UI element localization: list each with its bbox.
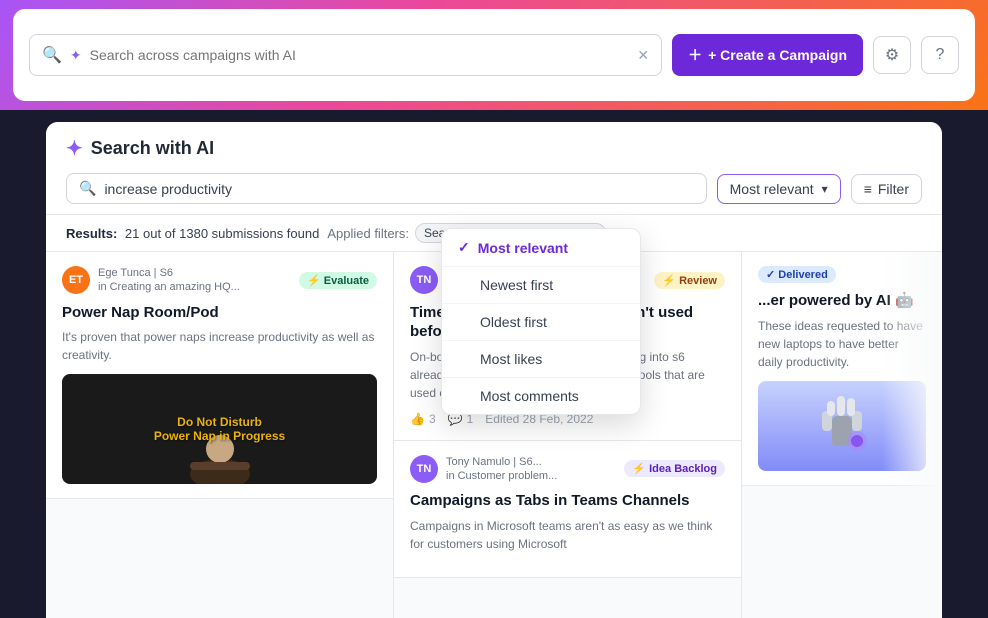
chevron-down-icon: ▾ bbox=[822, 182, 828, 196]
applied-filters-label: Applied filters: bbox=[327, 226, 409, 241]
toolbar-search-input[interactable] bbox=[90, 47, 630, 63]
card-description: It's proven that power naps increase pro… bbox=[62, 328, 377, 364]
results-count-value: 21 out of 1380 submissions found bbox=[125, 226, 319, 241]
filter-icon: ≡ bbox=[864, 181, 872, 197]
sort-selected-label: Most relevant bbox=[730, 181, 814, 197]
likes-count: 👍 3 bbox=[410, 412, 436, 426]
settings-button[interactable]: ⚙ bbox=[873, 36, 911, 74]
toolbar-wrapper: 🔍 ✦ ✕ ＋ + Create a Campaign ⚙ ? bbox=[0, 0, 988, 110]
sort-option-most-comments[interactable]: Most comments bbox=[442, 378, 640, 414]
status-badge: ✓ Delivered bbox=[758, 266, 836, 283]
card-column-3: ✓ Delivered ...er powered by AI 🤖 These … bbox=[742, 252, 942, 618]
sort-option-oldest-first[interactable]: Oldest first bbox=[442, 304, 640, 340]
thumbs-up-icon: 👍 bbox=[410, 412, 425, 426]
create-campaign-button[interactable]: ＋ + Create a Campaign bbox=[672, 34, 863, 76]
search-icon: 🔍 bbox=[42, 45, 62, 65]
app-search-row: 🔍 Most relevant ▾ ≡ Filter bbox=[66, 173, 922, 204]
clear-icon[interactable]: ✕ bbox=[637, 47, 649, 64]
sort-option-most-likes[interactable]: Most likes bbox=[442, 341, 640, 377]
sort-dropdown[interactable]: Most relevant ▾ bbox=[717, 174, 841, 204]
filter-label: Filter bbox=[878, 181, 909, 197]
filter-button[interactable]: ≡ Filter bbox=[851, 174, 922, 204]
sort-dropdown-menu: ✓ Most relevant Newest first Oldest firs… bbox=[441, 228, 641, 415]
app-header: ✦ Search with AI 🔍 Most relevant ▾ ≡ Fil… bbox=[46, 122, 942, 215]
search-icon-inner: 🔍 bbox=[79, 180, 96, 197]
sort-option-label: Most relevant bbox=[478, 240, 568, 256]
help-button[interactable]: ? bbox=[921, 36, 959, 74]
card-title: Power Nap Room/Pod bbox=[62, 303, 377, 323]
toolbar-inner: 🔍 ✦ ✕ ＋ + Create a Campaign ⚙ ? bbox=[13, 9, 975, 101]
status-badge: ⚡ Idea Backlog bbox=[624, 460, 725, 477]
app-title: ✦ Search with AI bbox=[66, 136, 922, 161]
fade-overlay bbox=[882, 252, 942, 618]
status-badge: ⚡ Evaluate bbox=[299, 272, 377, 289]
sort-option-label: Most comments bbox=[480, 388, 579, 404]
card-title: Campaigns as Tabs in Teams Channels bbox=[410, 491, 725, 511]
status-badge: ⚡ Review bbox=[654, 272, 725, 289]
toolbar-search-bar: 🔍 ✦ ✕ bbox=[29, 34, 662, 76]
card-meta: TN Tony Namulo | S6... in Customer probl… bbox=[410, 455, 725, 484]
card-column-1: ET Ege Tunca | S6 in Creating an amazing… bbox=[46, 252, 394, 618]
app-search-input[interactable] bbox=[104, 181, 693, 197]
sort-option-label: Most likes bbox=[480, 351, 542, 367]
ai-sparkle-icon-large: ✦ bbox=[66, 136, 83, 161]
avatar: TN bbox=[410, 266, 438, 294]
plus-icon: ＋ bbox=[688, 45, 702, 65]
avatar: ET bbox=[62, 266, 90, 294]
avatar: TN bbox=[410, 455, 438, 483]
create-button-label: + Create a Campaign bbox=[708, 47, 847, 63]
card-teams-channels[interactable]: TN Tony Namulo | S6... in Customer probl… bbox=[394, 441, 741, 578]
card-image: Do Not Disturb Power Nap in Progress bbox=[62, 374, 377, 484]
device-frame: ✦ Search with AI 🔍 Most relevant ▾ ≡ Fil… bbox=[30, 110, 958, 618]
sort-option-most-relevant[interactable]: ✓ Most relevant bbox=[442, 229, 640, 266]
sort-option-label: Oldest first bbox=[480, 314, 547, 330]
card-author-info: Ege Tunca | S6 in Creating an amazing HQ… bbox=[98, 266, 291, 295]
card-power-nap[interactable]: ET Ege Tunca | S6 in Creating an amazing… bbox=[46, 252, 393, 499]
card-author-info: Tony Namulo | S6... in Customer problem.… bbox=[446, 455, 616, 484]
sort-option-newest-first[interactable]: Newest first bbox=[442, 267, 640, 303]
ai-sparkle-icon: ✦ bbox=[70, 47, 82, 64]
app-title-text: Search with AI bbox=[91, 138, 214, 159]
app-search-box: 🔍 bbox=[66, 173, 707, 204]
device-screen: ✦ Search with AI 🔍 Most relevant ▾ ≡ Fil… bbox=[46, 122, 942, 618]
card-description: Campaigns in Microsoft teams aren't as e… bbox=[410, 517, 725, 553]
sort-option-label: Newest first bbox=[480, 277, 553, 293]
card-meta: ET Ege Tunca | S6 in Creating an amazing… bbox=[62, 266, 377, 295]
results-count: Results: 21 out of 1380 submissions foun… bbox=[66, 226, 319, 241]
robot-illustration bbox=[802, 386, 882, 466]
check-icon: ✓ bbox=[458, 239, 470, 256]
